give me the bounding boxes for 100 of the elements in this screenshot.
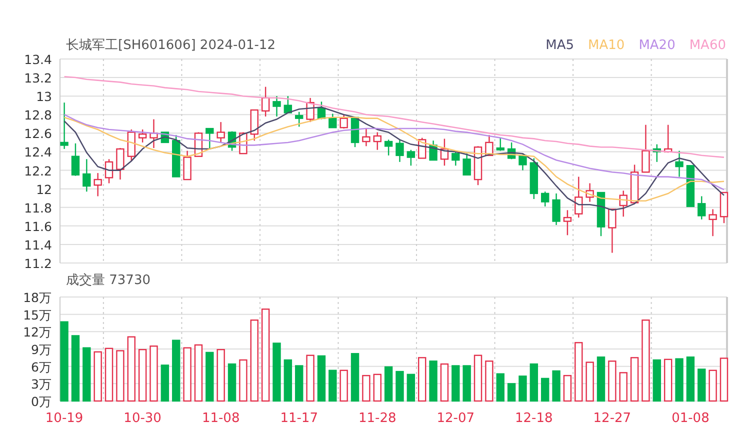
volume-bar	[116, 350, 124, 402]
candlestick	[686, 165, 695, 208]
candlestick	[116, 148, 124, 180]
candlestick	[340, 114, 348, 129]
volume-bar	[206, 352, 214, 402]
candlestick	[586, 183, 594, 202]
candlestick	[675, 150, 684, 177]
volume-bar	[396, 370, 404, 402]
candlestick	[518, 154, 527, 170]
candlestick	[71, 143, 80, 176]
legend-item: MA20	[638, 38, 676, 52]
candlestick	[306, 98, 314, 122]
axis-label: 12.6	[24, 126, 52, 142]
candlestick	[630, 164, 639, 204]
candlestick	[642, 124, 650, 173]
volume-bar	[596, 356, 606, 402]
candlestick	[429, 140, 438, 161]
legend-item: MA5	[546, 38, 574, 52]
axis-label: 13.4	[24, 52, 52, 67]
volume-bar	[172, 340, 180, 402]
volume-bar	[452, 365, 460, 402]
volume-bar	[429, 360, 438, 402]
volume-bar	[127, 336, 136, 402]
volume-bar	[272, 342, 281, 402]
candlestick	[406, 150, 416, 166]
volume-bar	[630, 357, 639, 402]
date-label: 12-27	[593, 411, 632, 426]
volume-bar	[675, 358, 684, 402]
volume-bar	[496, 373, 504, 402]
candlestick	[206, 128, 214, 149]
axis-label: 0万	[31, 394, 52, 409]
candlestick	[127, 129, 136, 161]
volume-bar	[295, 365, 304, 402]
candlestick	[596, 192, 606, 236]
volume-bar	[586, 362, 594, 402]
volume-bar	[563, 374, 572, 402]
volume-bar	[686, 356, 695, 402]
candlestick	[272, 96, 281, 116]
volume-bar	[373, 374, 382, 402]
candlestick	[228, 131, 236, 151]
volume-bar	[720, 358, 728, 402]
axis-label: 12	[36, 182, 52, 197]
date-label: 11-17	[280, 411, 318, 426]
axis-label: 3万	[31, 376, 52, 392]
candlestick	[474, 146, 482, 186]
candlestick	[462, 154, 471, 176]
candlestick	[708, 209, 717, 236]
axis-label: 11.4	[24, 237, 52, 252]
volume-bar	[350, 353, 360, 402]
candlestick	[652, 144, 661, 162]
axis-label: 13	[36, 89, 52, 104]
candlestick	[104, 159, 114, 184]
candlestick	[507, 142, 516, 160]
candlestick	[94, 173, 102, 196]
candlestick	[261, 86, 270, 116]
candlestick	[150, 119, 158, 148]
volume-bar	[306, 354, 314, 402]
candlestick	[552, 193, 560, 225]
volume-bar	[708, 370, 717, 402]
date-label: 12-07	[436, 411, 475, 426]
candlestick	[574, 176, 583, 218]
date-label: 10-19	[45, 411, 84, 426]
volume-bar	[71, 335, 80, 402]
volume-bar	[228, 363, 236, 402]
volume-bar	[138, 348, 147, 402]
volume-bar	[664, 358, 672, 402]
candlestick	[720, 192, 728, 224]
candlestick	[698, 196, 706, 220]
volume-bar	[474, 354, 482, 402]
volume-bar	[608, 360, 616, 402]
candlestick	[172, 135, 180, 178]
candlestick	[317, 102, 326, 120]
volume-bar	[239, 359, 248, 402]
volume-bar	[619, 372, 628, 402]
candlestick	[396, 140, 404, 162]
candlestick	[362, 128, 370, 146]
volume-bar	[518, 376, 527, 402]
candlestick	[530, 158, 538, 200]
volume-title: 成交量 73730	[66, 272, 150, 289]
volume-bar	[698, 368, 706, 402]
volume-bar	[384, 366, 393, 402]
candlestick	[284, 96, 292, 114]
volume-bar	[82, 347, 91, 402]
volume-bar	[94, 351, 102, 402]
volume-bar	[541, 378, 550, 402]
volume-bar	[507, 383, 516, 402]
axis-label: 11.6	[24, 218, 52, 234]
volume-bar	[194, 344, 203, 402]
chart-title: 长城军工[SH601606] 2024-01-12	[66, 37, 276, 54]
axis-label: 11.2	[24, 256, 52, 270]
candlestick	[384, 140, 393, 156]
candlestick	[350, 116, 360, 148]
axis-label: 12.2	[24, 163, 52, 178]
candlestick	[138, 129, 147, 142]
candlestick	[216, 122, 225, 142]
volume-bar	[440, 363, 449, 402]
candlestick	[619, 190, 628, 217]
candlestick	[452, 150, 460, 166]
date-label: 11-08	[202, 411, 240, 426]
volume-bar	[485, 360, 494, 402]
